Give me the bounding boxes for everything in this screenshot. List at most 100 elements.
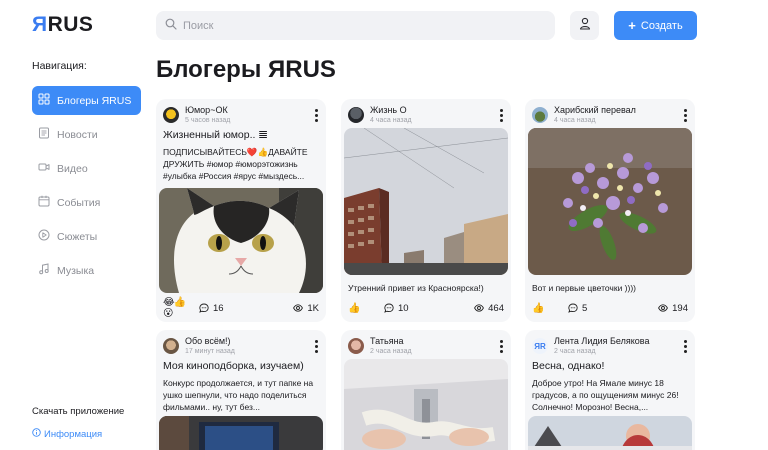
reactions[interactable]: 😂👍😮 <box>163 297 191 319</box>
sidebar-item-label: События <box>57 196 101 209</box>
sidebar-item-label: Новости <box>57 128 98 141</box>
author-name[interactable]: Харибский перевал <box>554 106 681 115</box>
eye-icon <box>658 304 669 312</box>
create-button[interactable]: + Создать <box>614 11 697 40</box>
post-card[interactable]: Обо всём!) 17 минут назад Моя киноподбор… <box>156 330 326 450</box>
comment-icon <box>384 303 394 313</box>
more-icon[interactable] <box>681 339 689 353</box>
avatar[interactable] <box>532 107 548 123</box>
post-time: 4 часа назад <box>370 117 412 124</box>
post-title: Весна, однако! <box>532 360 605 372</box>
comments-button[interactable]: 16 <box>199 303 224 314</box>
search-icon <box>165 17 177 35</box>
download-app-link[interactable]: Скачать приложение <box>32 406 124 417</box>
post-time: 4 часа назад <box>554 117 596 124</box>
sidebar-item-stories[interactable]: Сюжеты <box>32 222 141 251</box>
more-icon[interactable] <box>497 108 505 122</box>
sidebar-item-music[interactable]: Музыка <box>32 256 141 285</box>
logo-rus: RUS <box>47 13 94 36</box>
more-icon[interactable] <box>312 339 320 353</box>
sidebar-nav: Блогеры ЯRUS Новости Видео События Сюжет… <box>32 86 141 290</box>
post-card[interactable]: Татьяна 2 часа назад <box>341 330 511 450</box>
post-stats: 👍 5 194 <box>532 301 688 315</box>
sidebar-item-label: Видео <box>57 162 88 175</box>
search-bar[interactable] <box>156 11 555 40</box>
post-image-spring[interactable] <box>528 416 692 450</box>
views: 1K <box>293 303 319 314</box>
create-button-label: Создать <box>640 19 683 32</box>
post-image-movies[interactable] <box>159 416 323 450</box>
more-icon[interactable] <box>497 339 505 353</box>
post-time: 2 часа назад <box>370 348 412 355</box>
logo[interactable]: ЯRUS <box>32 13 93 37</box>
post-caption: Утренний привет из Красноярска!) <box>348 283 484 293</box>
post-image-cat[interactable] <box>159 188 323 293</box>
post-time: 5 часов назад <box>185 117 231 124</box>
comment-icon <box>199 303 209 313</box>
avatar[interactable] <box>163 338 179 354</box>
play-icon <box>38 229 50 244</box>
eye-icon <box>293 304 304 312</box>
post-stats: 😂👍😮 16 1K <box>163 297 319 319</box>
post-card[interactable]: ЯR Лента Лидия Белякова 2 часа назад Вес… <box>525 330 695 450</box>
post-card[interactable]: Юмор~ОК 5 часов назад Жизненный юмор.. 𝌆… <box>156 99 326 322</box>
views: 194 <box>658 303 688 314</box>
avatar[interactable] <box>348 338 364 354</box>
music-icon <box>38 263 50 278</box>
comments-count: 5 <box>582 302 588 314</box>
info-label: Информация <box>44 428 103 440</box>
post-image-flowers[interactable] <box>528 128 692 275</box>
more-icon[interactable] <box>681 108 689 122</box>
comments-count: 10 <box>398 302 409 314</box>
comments-button[interactable]: 5 <box>568 303 587 314</box>
user-icon <box>579 17 591 35</box>
news-icon <box>38 127 50 142</box>
profile-button[interactable] <box>570 11 599 40</box>
post-text: Доброе утро! На Ямале минус 18 градусов,… <box>532 378 679 412</box>
avatar[interactable] <box>348 107 364 123</box>
reactions[interactable]: 👍 <box>532 303 560 314</box>
sidebar-item-label: Музыка <box>57 264 95 277</box>
page-title: Блогеры ЯRUS <box>156 56 336 83</box>
video-icon <box>38 161 50 176</box>
comments-button[interactable]: 10 <box>384 303 409 314</box>
info-icon <box>32 428 41 440</box>
reactions[interactable]: 👍 <box>348 303 376 314</box>
post-time: 2 часа назад <box>554 348 596 355</box>
info-link[interactable]: Информация <box>32 428 102 440</box>
avatar[interactable]: ЯR <box>532 338 548 354</box>
comment-icon <box>568 303 578 313</box>
views-count: 1K <box>307 302 319 314</box>
author-name[interactable]: Жизнь О <box>370 106 497 115</box>
post-text: ПОДПИСЫВАЙТЕСЬ❤️👍ДАВАЙТЕ ДРУЖИТЬ #юмор #… <box>163 147 308 181</box>
sidebar-item-label: Блогеры ЯRUS <box>57 94 132 107</box>
post-title: Жизненный юмор.. 𝌆 <box>163 129 268 141</box>
author-name[interactable]: Обо всём!) <box>185 337 312 346</box>
logo-ya: Я <box>32 13 48 36</box>
sidebar-item-bloggers[interactable]: Блогеры ЯRUS <box>32 86 141 115</box>
author-name[interactable]: Лента Лидия Белякова <box>554 337 681 346</box>
sidebar-item-video[interactable]: Видео <box>32 154 141 183</box>
more-icon[interactable] <box>312 108 320 122</box>
views-count: 194 <box>672 302 688 314</box>
post-text: Конкурс продолжается, и тут папке на ушк… <box>163 378 314 412</box>
sidebar-item-news[interactable]: Новости <box>32 120 141 149</box>
post-stats: 👍 10 464 <box>348 301 504 315</box>
sidebar-item-events[interactable]: События <box>32 188 141 217</box>
avatar[interactable] <box>163 107 179 123</box>
post-image-buildings[interactable] <box>344 128 508 275</box>
views-count: 464 <box>488 302 504 314</box>
search-input[interactable] <box>183 19 523 32</box>
views: 464 <box>474 303 504 314</box>
post-image-sewing[interactable] <box>344 359 508 450</box>
post-caption: Вот и первые цветочки )))) <box>532 283 636 293</box>
plus-icon: + <box>628 18 636 33</box>
author-name[interactable]: Юмор~ОК <box>185 106 312 115</box>
post-card[interactable]: Харибский перевал 4 часа назад Вот и пер… <box>525 99 695 322</box>
post-card[interactable]: Жизнь О 4 часа назад Утренний привет из … <box>341 99 511 322</box>
comments-count: 16 <box>213 302 224 314</box>
post-title: Моя киноподборка, изучаем) <box>163 360 304 372</box>
grid-icon <box>38 93 50 108</box>
author-name[interactable]: Татьяна <box>370 337 497 346</box>
calendar-icon <box>38 195 50 210</box>
